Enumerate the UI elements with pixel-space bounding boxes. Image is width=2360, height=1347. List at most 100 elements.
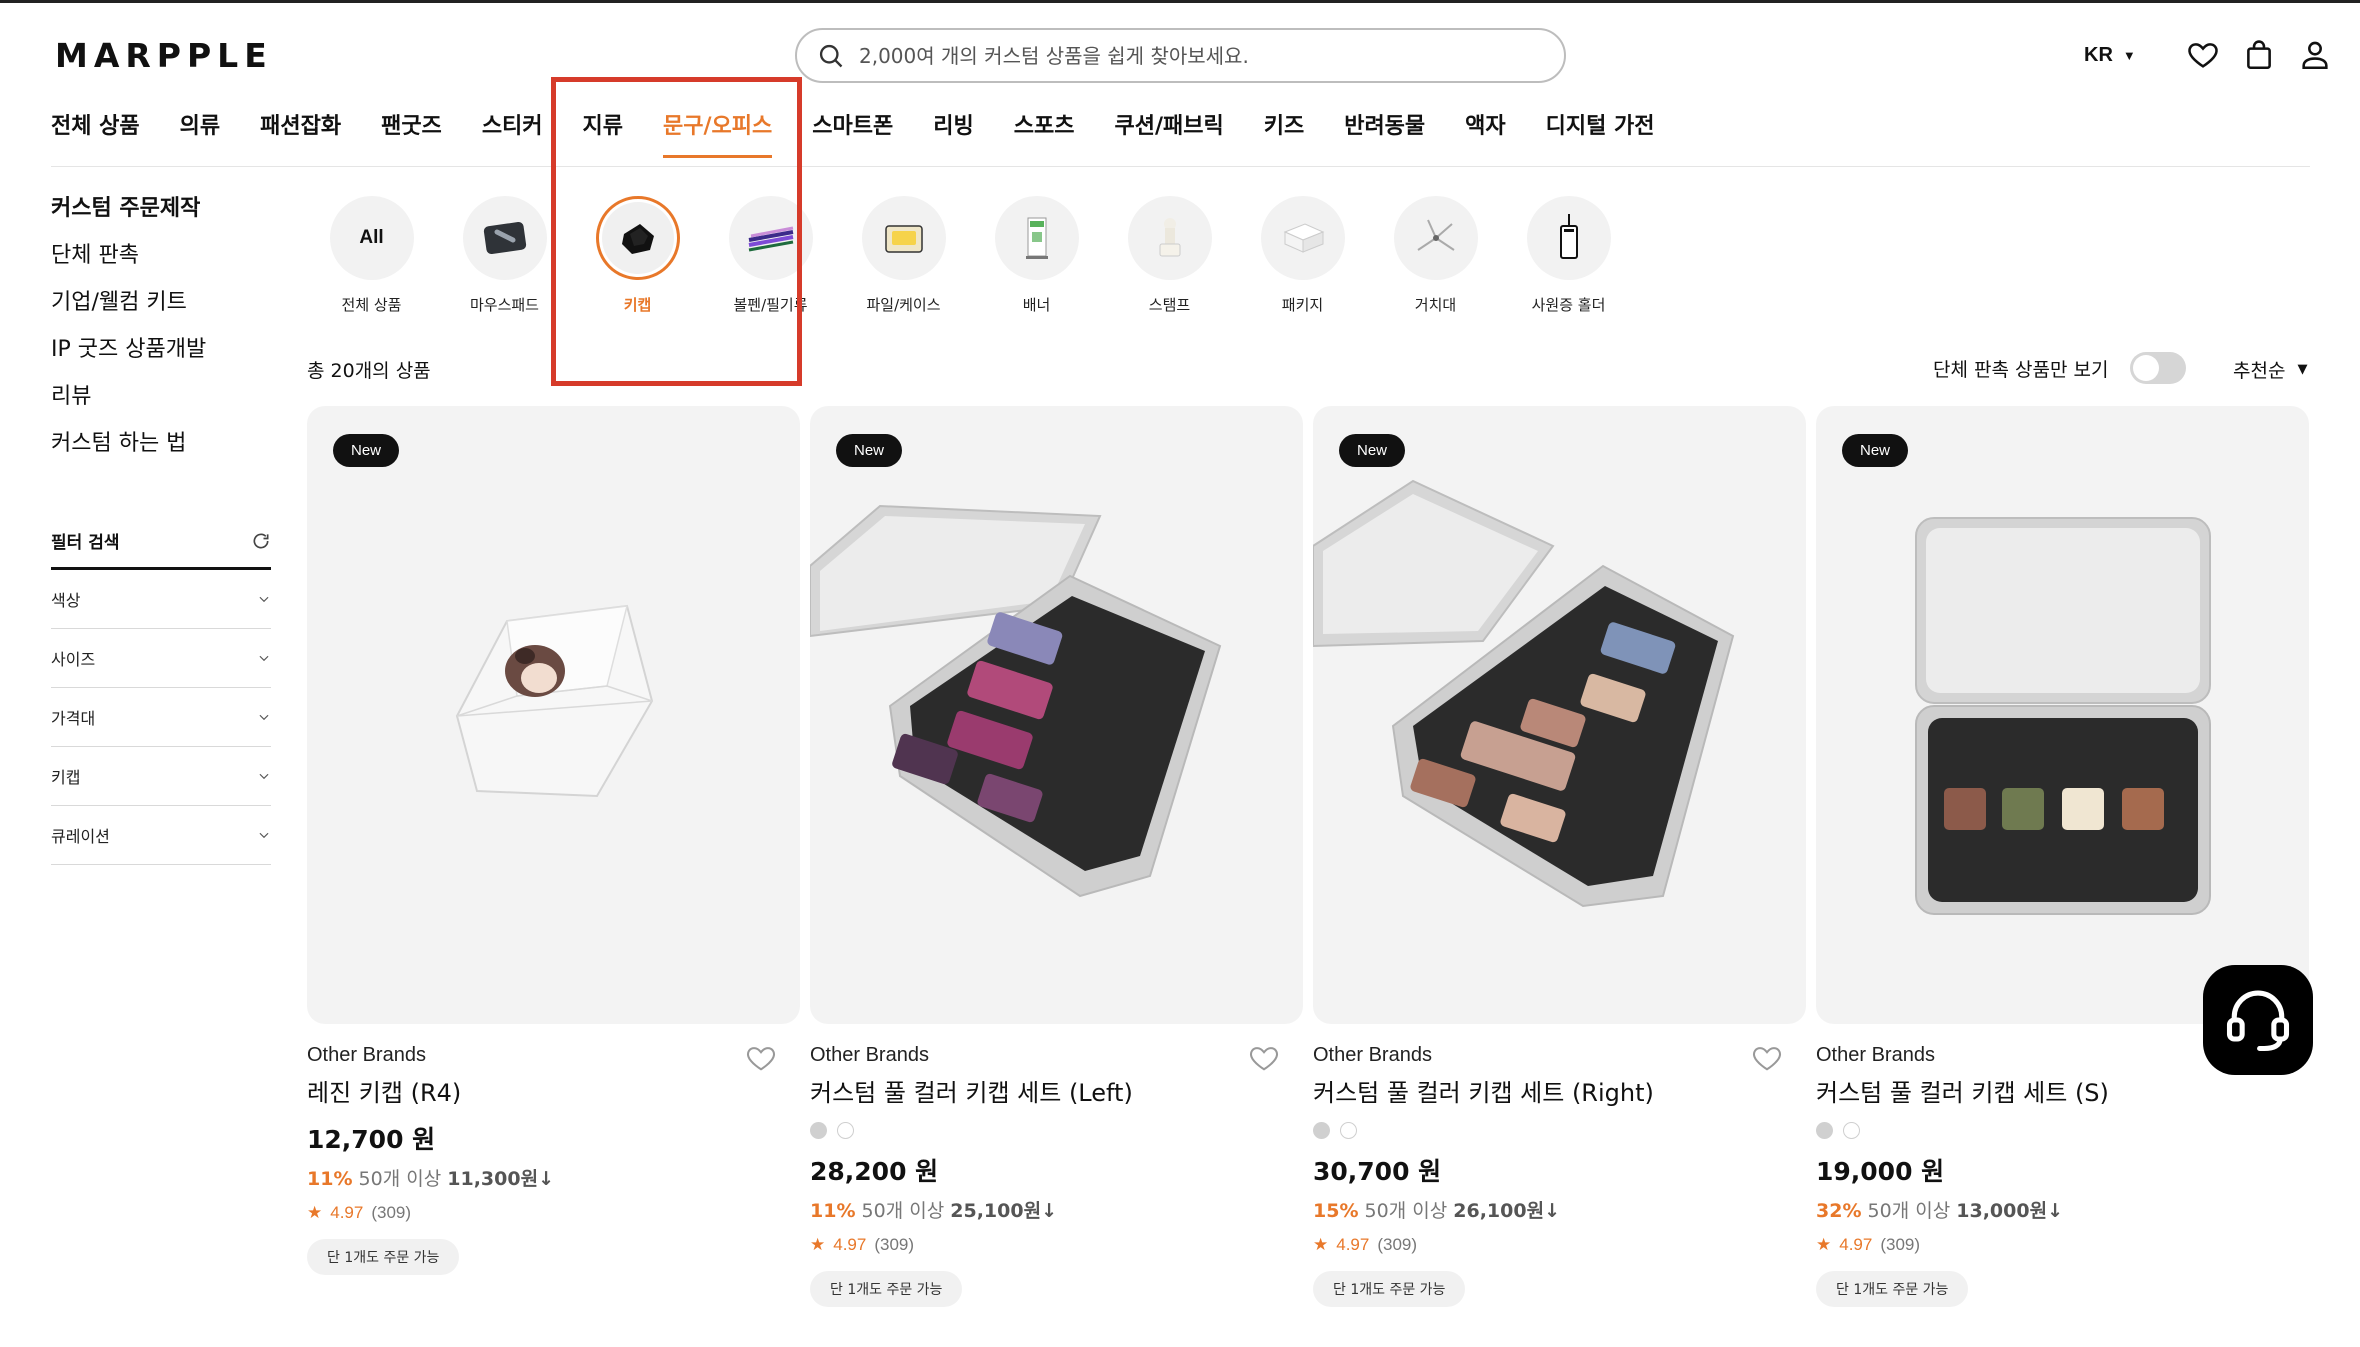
bulk-discount: 15% 50개 이상 26,100원↓ <box>1313 1196 1806 1223</box>
nav-item-sports[interactable]: 스포츠 <box>1014 108 1075 158</box>
swatch-grey[interactable] <box>1816 1122 1833 1139</box>
subcat-label: 마우스패드 <box>469 296 539 314</box>
sidebar-item-ip-goods[interactable]: IP 굿즈 상품개발 <box>51 336 206 383</box>
subcat-thumb <box>994 196 1079 280</box>
nav-item-sticker[interactable]: 스티커 <box>482 108 543 158</box>
filter-size[interactable]: 사이즈 <box>51 629 271 688</box>
bulk-discount: 11% 50개 이상 11,300원↓ <box>307 1164 800 1191</box>
swatch-white[interactable] <box>1340 1122 1357 1139</box>
sidebar-item-welcome-kit[interactable]: 기업/웰컴 키트 <box>51 289 206 336</box>
subcat-stand[interactable]: 거치대 <box>1369 196 1502 315</box>
rating: ★ 4.97 (309) <box>307 1203 800 1223</box>
subcat-file-case[interactable]: 파일/케이스 <box>837 196 970 315</box>
account-button[interactable] <box>2296 36 2334 74</box>
nav-item-all[interactable]: 전체 상품 <box>51 108 140 158</box>
swatch-white[interactable] <box>1843 1122 1860 1139</box>
stand-icon <box>1416 219 1455 251</box>
nav-item-pets[interactable]: 반려동물 <box>1344 108 1425 158</box>
header-actions: KR ▼ <box>2084 36 2334 74</box>
filter-label: 가격대 <box>51 709 96 728</box>
filter-price[interactable]: 가격대 <box>51 688 271 747</box>
swatch-white[interactable] <box>837 1122 854 1139</box>
search-input[interactable] <box>859 43 1539 68</box>
filter-keycap[interactable]: 키캡 <box>51 747 271 806</box>
nav-item-smartphone[interactable]: 스마트폰 <box>812 108 893 158</box>
product-name[interactable]: 커스텀 풀 컬러 키캡 세트 (Right) <box>1313 1073 1806 1108</box>
product-name[interactable]: 커스텀 풀 컬러 키캡 세트 (S) <box>1816 1073 2309 1108</box>
discount-condition: 50개 이상 <box>1364 1200 1448 1222</box>
refresh-icon[interactable] <box>251 531 271 551</box>
nav-item-fangoods[interactable]: 팬굿즈 <box>381 108 442 158</box>
product-name[interactable]: 레진 키캡 (R4) <box>307 1073 800 1108</box>
bulk-price: 11,300원 <box>447 1168 539 1190</box>
product-card[interactable]: New Other Brands 레진 키캡 (R4) 12,700 원 11%… <box>307 406 800 1307</box>
nav-item-fashion[interactable]: 패션잡화 <box>260 108 341 158</box>
product-image[interactable]: New <box>1313 406 1806 1024</box>
subcat-label: 전체 상품 <box>341 296 402 314</box>
language-selector[interactable]: KR ▼ <box>2084 44 2136 67</box>
discount-percent: 11% <box>810 1200 856 1222</box>
subcat-stamp[interactable]: 스탬프 <box>1103 196 1236 315</box>
rating: ★ 4.97 (309) <box>1816 1235 2309 1255</box>
nav-item-living[interactable]: 리빙 <box>933 108 973 158</box>
toggle-switch[interactable] <box>2130 352 2187 384</box>
chevron-down-icon <box>259 832 269 839</box>
filter-curation[interactable]: 큐레이션 <box>51 806 271 865</box>
bulk-discount: 11% 50개 이상 25,100원↓ <box>810 1196 1303 1223</box>
rating-score: 4.97 <box>833 1235 867 1254</box>
swatch-grey[interactable] <box>1313 1122 1330 1139</box>
sidebar-item-group-promo[interactable]: 단체 판촉 <box>51 242 206 289</box>
swatch-grey[interactable] <box>810 1122 827 1139</box>
discount-percent: 32% <box>1816 1200 1862 1222</box>
arrow-down-icon: ↓ <box>1544 1200 1560 1222</box>
new-badge: New <box>836 434 903 467</box>
nav-item-frame[interactable]: 액자 <box>1465 108 1505 158</box>
customer-support-button[interactable] <box>2203 965 2313 1075</box>
product-count: 총 20개의 상품 <box>307 360 431 382</box>
subcat-label: 사원증 홀더 <box>1531 296 1606 314</box>
rating: ★ 4.97 (309) <box>1313 1235 1806 1255</box>
sort-dropdown[interactable]: 추천순 ▼ <box>2233 356 2307 383</box>
product-card[interactable]: New Other Brands 커스텀 풀 컬러 키캡 세트 (S) 19,0… <box>1816 406 2309 1307</box>
product-card[interactable]: New Other Brands 커스텀 풀 컬러 키캡 세트 (Left) 2… <box>810 406 1303 1307</box>
product-card[interactable]: New Other Brands 커스텀 풀 컬러 키캡 세트 (Right) … <box>1313 406 1806 1307</box>
toggle-label: 단체 판촉 상품만 보기 <box>1933 358 2109 381</box>
product-image[interactable]: New <box>1816 406 2309 1024</box>
product-image[interactable]: New <box>810 406 1303 1024</box>
search-bar[interactable] <box>795 28 1566 83</box>
wishlist-button[interactable] <box>2184 36 2222 74</box>
search-icon <box>819 44 843 67</box>
heart-icon[interactable] <box>744 1042 778 1072</box>
logo[interactable]: MARPPLE <box>55 36 273 75</box>
sidebar-item-review[interactable]: 리뷰 <box>51 383 206 430</box>
heart-icon[interactable] <box>1247 1042 1281 1072</box>
subcat-id-holder[interactable]: 사원증 홀더 <box>1502 196 1635 315</box>
highlight-box <box>551 77 802 386</box>
color-swatches <box>810 1122 1303 1140</box>
arrow-down-icon: ↓ <box>538 1168 554 1190</box>
nav-divider <box>51 166 2310 167</box>
nav-item-clothing[interactable]: 의류 <box>180 108 220 158</box>
keycap-set-s-image <box>1915 517 2211 915</box>
product-name[interactable]: 커스텀 풀 컬러 키캡 세트 (Left) <box>810 1073 1303 1108</box>
chevron-down-icon <box>259 773 269 780</box>
subcat-all[interactable]: All 전체 상품 <box>305 196 438 315</box>
heart-icon[interactable] <box>1750 1042 1784 1072</box>
rating-score: 4.97 <box>1336 1235 1370 1254</box>
star-icon: ★ <box>1816 1235 1832 1254</box>
subcat-thumb <box>1526 196 1611 280</box>
product-image[interactable]: New <box>307 406 800 1024</box>
product-brand: Other Brands <box>1313 1044 1432 1066</box>
subcat-banner[interactable]: 배너 <box>970 196 1103 315</box>
nav-item-digital[interactable]: 디지털 가전 <box>1546 108 1655 158</box>
nav-item-kids[interactable]: 키즈 <box>1264 108 1304 158</box>
headset-icon <box>2226 990 2290 1052</box>
sidebar-item-custom-order[interactable]: 커스텀 주문제작 <box>51 195 206 242</box>
new-badge: New <box>1842 434 1909 467</box>
subcat-package[interactable]: 패키지 <box>1236 196 1369 315</box>
cart-button[interactable] <box>2240 36 2278 74</box>
sidebar-item-how-to[interactable]: 커스텀 하는 법 <box>51 430 206 477</box>
subcat-label: 스탬프 <box>1148 296 1191 314</box>
filter-color[interactable]: 색상 <box>51 570 271 629</box>
nav-item-cushion[interactable]: 쿠션/패브릭 <box>1114 108 1223 158</box>
